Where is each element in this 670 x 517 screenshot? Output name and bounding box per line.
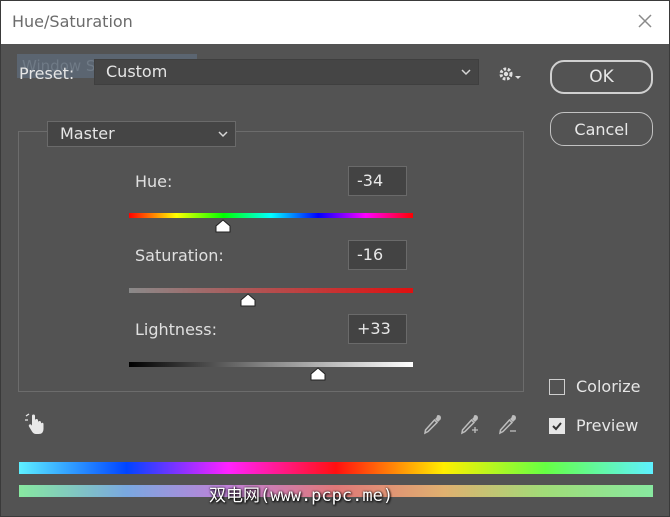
preview-checkbox[interactable]: Preview — [549, 416, 638, 435]
preview-checkbox-box[interactable] — [549, 417, 565, 434]
saturation-slider-track[interactable] — [129, 288, 413, 293]
hue-slider-thumb[interactable] — [215, 218, 231, 233]
chevron-down-icon — [217, 122, 229, 155]
hue-saturation-dialog: Hue/Saturation Window Snip Preset: Custo… — [0, 0, 670, 517]
saturation-slider-thumb[interactable] — [240, 292, 256, 307]
lightness-label: Lightness: — [135, 320, 217, 339]
watermark-text: 双电网(www.pcpc.me) — [209, 486, 394, 506]
colorize-checkbox[interactable]: Colorize — [549, 377, 640, 396]
saturation-label: Saturation: — [135, 246, 224, 265]
lightness-slider-track[interactable] — [129, 362, 413, 367]
hue-slider-track[interactable] — [129, 213, 413, 218]
preset-value: Custom — [106, 62, 168, 81]
close-icon — [638, 14, 652, 28]
hue-label: Hue: — [135, 172, 173, 191]
colorize-checkbox-box[interactable] — [549, 378, 565, 395]
title-bar: Hue/Saturation — [1, 1, 669, 44]
input-color-spectrum — [19, 462, 653, 474]
lightness-value-input[interactable]: +33 — [348, 314, 407, 344]
eyedropper-add-icon[interactable] — [458, 412, 482, 436]
ok-button[interactable]: OK — [550, 60, 653, 94]
chevron-down-icon — [460, 60, 472, 93]
channel-value: Master — [60, 124, 115, 143]
hue-value-input[interactable]: -34 — [348, 166, 407, 196]
checkmark-icon — [552, 421, 562, 430]
preset-label: Preset: — [19, 64, 75, 83]
preview-label: Preview — [576, 416, 639, 435]
dialog-title: Hue/Saturation — [12, 12, 133, 31]
channel-dropdown[interactable]: Master — [47, 121, 236, 147]
lightness-slider-thumb[interactable] — [310, 366, 326, 381]
eyedropper-icon[interactable] — [421, 412, 445, 436]
preset-dropdown[interactable]: Custom — [94, 59, 479, 85]
gear-icon[interactable] — [497, 65, 523, 85]
cancel-button[interactable]: Cancel — [550, 112, 653, 146]
eyedropper-subtract-icon[interactable] — [496, 412, 520, 436]
saturation-value-input[interactable]: -16 — [348, 240, 407, 270]
adjustment-group — [18, 131, 524, 392]
colorize-label: Colorize — [576, 377, 641, 396]
hand-adjust-icon[interactable] — [23, 411, 49, 437]
close-button[interactable] — [633, 9, 657, 33]
